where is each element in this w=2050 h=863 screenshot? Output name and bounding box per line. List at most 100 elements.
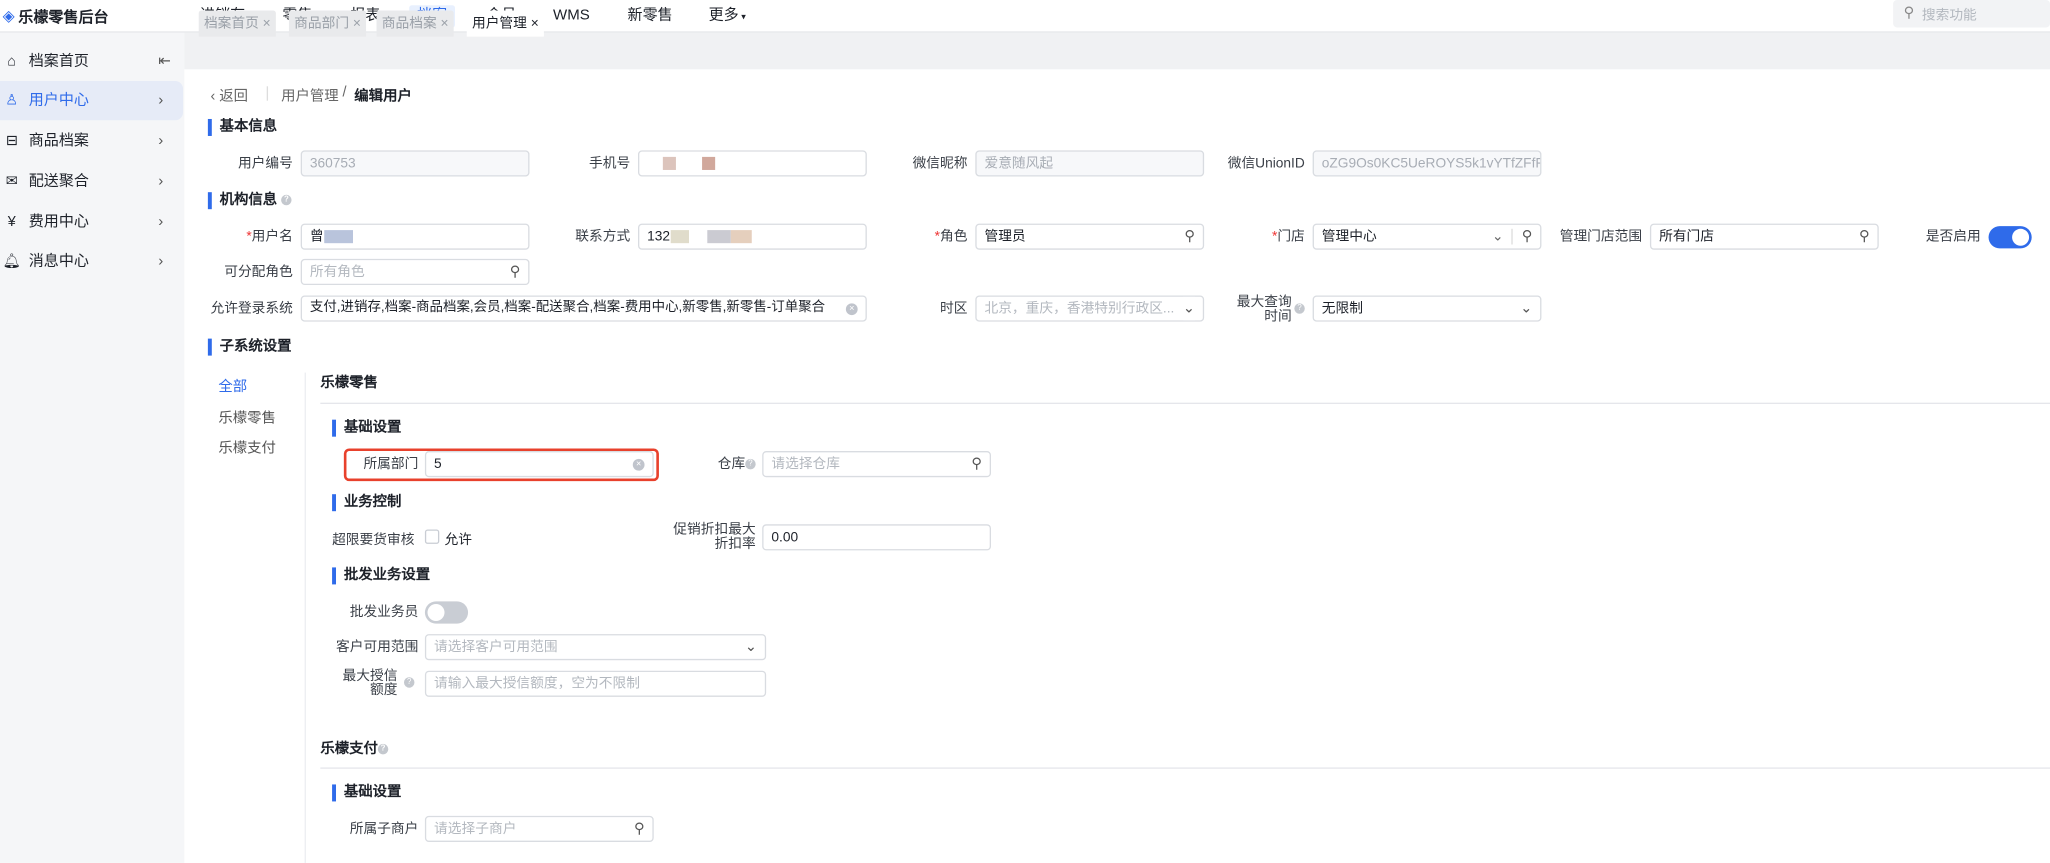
manage-scope-field[interactable]: 所有门店 ⚲	[1649, 223, 1879, 250]
tab-label: 商品档案	[381, 15, 437, 32]
nav-more[interactable]: 更多 ▾	[701, 5, 754, 27]
back-button[interactable]: ‹ 返回	[210, 85, 248, 106]
help-icon[interactable]: ?	[281, 194, 292, 206]
sidebar-item-delivery[interactable]: ✉ 配送聚合 ›	[0, 162, 183, 201]
chevron-right-icon: ›	[158, 253, 164, 270]
sidebar-item-message-center[interactable]: 🔔︎ 消息中心 ›	[0, 242, 183, 281]
role-label: *角色	[934, 228, 968, 245]
breadcrumb-parent[interactable]: 用户管理	[281, 85, 339, 106]
store-select[interactable]: 管理中心 ⌄ ⚲	[1312, 223, 1542, 250]
redacted	[670, 230, 689, 244]
close-icon[interactable]: ×	[263, 16, 271, 32]
max-query-select[interactable]: 无限制 ⌄	[1312, 295, 1542, 322]
function-search[interactable]: ⚲ 搜索功能	[1893, 0, 2050, 28]
dept-field[interactable]: 5 ×	[424, 451, 654, 478]
contact-field[interactable]: 132	[638, 223, 867, 250]
phone-field[interactable]	[638, 150, 867, 177]
manage-scope-value: 所有门店	[1659, 228, 1715, 245]
sidebar-item-user-center[interactable]: ♙ 用户中心 ›	[0, 81, 184, 121]
help-icon[interactable]: ?	[403, 677, 415, 688]
redacted	[323, 230, 353, 244]
subsys-nav-retail[interactable]: 乐檬零售	[218, 407, 276, 428]
placeholder: 请选择客户可用范围	[434, 639, 558, 656]
subsys-nav-all[interactable]: 全部	[218, 375, 247, 396]
divider	[304, 372, 306, 863]
chevron-left-icon: ‹	[210, 88, 220, 105]
allow-label[interactable]: 允许	[445, 529, 472, 549]
function-search-placeholder: 搜索功能	[1921, 7, 1977, 24]
clear-icon[interactable]: ×	[632, 458, 645, 471]
allow-checkbox[interactable]	[424, 529, 440, 544]
tab-label: 档案首页	[203, 15, 259, 32]
placeholder: 北京，重庆，香港特别行政区...	[984, 300, 1175, 317]
login-system-label: 允许登录系统	[210, 300, 293, 317]
collapse-sidebar-icon[interactable]: ⇤	[158, 42, 171, 81]
divider	[266, 86, 269, 101]
store-value: 管理中心	[1321, 228, 1377, 245]
label-text: 仓库	[717, 456, 746, 472]
chevron-down-icon: ⌄	[744, 639, 757, 656]
cust-scope-select[interactable]: 请选择客户可用范围 ⌄	[424, 634, 767, 661]
sidebar-item-archive-home[interactable]: ⌂ 档案首页 ⇤	[0, 42, 183, 81]
tab-user-management[interactable]: 用户管理 ×	[466, 10, 544, 37]
tab-goods-dept[interactable]: 商品部门 ×	[288, 10, 367, 37]
section-basic-info: 基本信息	[207, 118, 277, 136]
username-field[interactable]: 曾	[300, 223, 530, 250]
section-subsystem: 子系统设置	[207, 338, 292, 356]
tab-label: 用户管理	[471, 15, 527, 32]
placeholder: 所有角色	[309, 264, 365, 280]
user-no-label: 用户编号	[237, 155, 293, 172]
tab-goods-archive[interactable]: 商品档案 ×	[376, 10, 454, 37]
search-icon[interactable]: ⚲	[510, 260, 521, 284]
warehouse-field[interactable]: 请选择仓库 ⚲	[762, 451, 992, 478]
unionid-field[interactable]: oZG9Os0KC5UeROYS5k1vYTfZFfFE	[1312, 150, 1542, 177]
close-icon[interactable]: ×	[353, 16, 361, 32]
label-line: 额度	[369, 682, 398, 699]
merchant-field[interactable]: 请选择子商户 ⚲	[424, 815, 654, 842]
help-icon[interactable]: ?	[1294, 303, 1305, 314]
clear-icon[interactable]: ×	[845, 303, 858, 316]
credit-field[interactable]: 请输入最大授信额度，空为不限制	[424, 670, 767, 697]
wholesale-staff-toggle[interactable]	[424, 601, 469, 624]
nav-new-retail[interactable]: 新零售	[620, 5, 681, 27]
subsys-nav-pay[interactable]: 乐檬支付	[218, 437, 276, 458]
login-system-field[interactable]: 支付,进销存,档案-商品档案,会员,档案-配送聚合,档案-费用中心,新零售,新零…	[300, 295, 867, 322]
home-icon: ⌂	[7, 53, 17, 70]
search-icon[interactable]: ⚲	[1184, 225, 1195, 249]
close-icon[interactable]: ×	[440, 16, 448, 32]
search-icon[interactable]: ⚲	[1522, 225, 1533, 249]
user-no-field[interactable]: 360753	[300, 150, 530, 177]
close-icon[interactable]: ×	[531, 16, 539, 32]
placeholder: 请选择子商户	[434, 821, 517, 837]
nav-wms[interactable]: WMS	[545, 5, 597, 27]
chevron-down-icon: ⌄	[1491, 228, 1504, 245]
tab-archive-home[interactable]: 档案首页 ×	[198, 10, 276, 37]
help-icon[interactable]: ?	[377, 744, 389, 755]
breadcrumb-sep: /	[342, 84, 347, 101]
mail-icon: ✉	[5, 173, 18, 190]
wechat-nick-field[interactable]: 爱意随风起	[975, 150, 1205, 177]
help-icon[interactable]: ?	[745, 459, 756, 470]
search-icon[interactable]: ⚲	[971, 452, 982, 476]
phone-label: 手机号	[588, 155, 631, 172]
unionid-label: 微信UnionID	[1227, 155, 1305, 172]
over-limit-label: 超限要货审核	[332, 532, 415, 548]
bell-icon: 🔔︎	[2, 253, 21, 270]
assignable-role-field[interactable]: 所有角色 ⚲	[300, 258, 530, 286]
dept-value: 5	[434, 456, 442, 472]
max-query-label: 最大查询 时间	[1203, 295, 1292, 324]
sidebar-item-goods-archive[interactable]: ⊟ 商品档案 ›	[0, 122, 183, 161]
enabled-toggle[interactable]	[1988, 226, 2032, 249]
chevron-right-icon: ›	[158, 214, 164, 231]
tab-bar	[184, 32, 2050, 70]
role-field[interactable]: 管理员 ⚲	[975, 223, 1205, 250]
login-system-value: 支付,进销存,档案-商品档案,会员,档案-配送聚合,档案-费用中心,新零售,新零…	[309, 300, 826, 316]
divider	[320, 767, 2050, 769]
sidebar-label: 档案首页	[28, 53, 89, 70]
timezone-select[interactable]: 北京，重庆，香港特别行政区... ⌄	[975, 295, 1205, 322]
search-icon[interactable]: ⚲	[1859, 225, 1870, 249]
sidebar-item-fee-center[interactable]: ¥ 费用中心 ›	[0, 203, 183, 242]
nav-more-label: 更多	[708, 7, 739, 24]
search-icon[interactable]: ⚲	[634, 817, 645, 841]
discount-field[interactable]: 0.00	[762, 524, 992, 551]
